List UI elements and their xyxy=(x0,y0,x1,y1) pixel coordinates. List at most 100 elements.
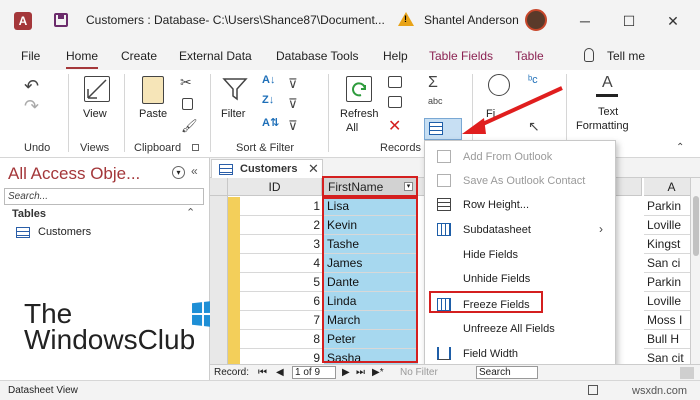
tab-file[interactable]: File xyxy=(21,49,40,63)
cut-icon[interactable]: ✂ xyxy=(180,74,192,91)
save-icon[interactable] xyxy=(54,13,68,27)
window-title: Customers : Database- C:\Users\Shance87\… xyxy=(86,13,385,27)
cell-id[interactable]: 3 xyxy=(240,235,322,254)
no-filter-indicator[interactable]: No Filter xyxy=(400,367,438,378)
group-label-sort-filter: Sort & Filter xyxy=(236,142,295,154)
sort-descending-icon[interactable]: Z↓ xyxy=(262,94,274,106)
access-logo-icon[interactable]: A xyxy=(14,12,32,30)
copy-icon[interactable] xyxy=(182,98,193,110)
paste-icon[interactable] xyxy=(142,76,164,104)
selection-filter-icon[interactable]: ⊽ xyxy=(288,76,298,92)
new-record-icon[interactable] xyxy=(388,76,402,88)
first-record-icon[interactable]: ⏮ xyxy=(258,367,267,378)
cell-id[interactable]: 6 xyxy=(240,292,322,311)
view-button[interactable]: View xyxy=(83,108,107,120)
cell-address[interactable]: Moss I xyxy=(644,311,690,330)
collapse-ribbon-icon[interactable]: ⌃ xyxy=(676,142,684,153)
format-painter-icon[interactable]: 🖌 xyxy=(181,118,198,134)
select-all-cell[interactable] xyxy=(210,178,228,196)
datasheet-view-icon[interactable] xyxy=(588,385,598,395)
menu-item-unfreeze-all-fields[interactable]: Unfreeze All Fields xyxy=(425,317,615,341)
totals-icon[interactable]: Σ xyxy=(428,74,438,92)
save-record-icon[interactable] xyxy=(388,96,402,108)
column-header-id[interactable]: ID xyxy=(228,178,322,196)
nav-pane-title[interactable]: All Access Obje... xyxy=(8,164,140,184)
cell-id[interactable]: 5 xyxy=(240,273,322,292)
highlight-firstname-column xyxy=(322,197,418,363)
undo-icon[interactable]: ↶ xyxy=(24,76,39,97)
nav-section-tables[interactable]: Tables xyxy=(12,208,46,220)
cell-address[interactable]: Parkin xyxy=(644,197,690,216)
last-record-icon[interactable]: ⏭ xyxy=(356,367,365,378)
watermark-logo-name: WindowsClub xyxy=(24,324,196,355)
current-record-field[interactable]: 1 of 9 xyxy=(292,366,336,379)
cell-id[interactable]: 2 xyxy=(240,216,322,235)
tab-help[interactable]: Help xyxy=(383,49,408,63)
warning-icon[interactable] xyxy=(398,12,414,26)
group-label-clipboard: Clipboard xyxy=(134,142,182,154)
tab-table[interactable]: Table xyxy=(515,49,544,63)
nav-item-label: Customers xyxy=(38,226,92,238)
close-button[interactable]: ✕ xyxy=(660,8,686,34)
tab-home[interactable]: Home xyxy=(66,49,99,69)
menu-item-label: Row Height... xyxy=(463,199,530,211)
dialog-launcher-icon[interactable] xyxy=(192,144,199,151)
scrollbar-thumb[interactable] xyxy=(693,196,699,256)
next-record-icon[interactable]: ▶ xyxy=(342,367,350,378)
cell-address[interactable]: Parkin xyxy=(644,273,690,292)
previous-record-icon[interactable]: ◀ xyxy=(276,367,284,378)
menu-item-field-width[interactable]: Field Width xyxy=(425,342,615,366)
advanced-filter-icon[interactable]: ⊽ xyxy=(288,96,298,112)
menu-item-hide-fields[interactable]: Hide Fields xyxy=(425,243,615,267)
cell-id[interactable]: 8 xyxy=(240,330,322,349)
collapse-section-icon[interactable]: ⌃ xyxy=(186,206,195,219)
redo-icon[interactable]: ↷ xyxy=(24,96,39,117)
horizontal-scrollbar[interactable] xyxy=(680,367,694,379)
tab-external-data[interactable]: External Data xyxy=(179,49,252,63)
tell-me-search[interactable]: Tell me xyxy=(607,49,645,63)
cell-address[interactable]: San ci xyxy=(644,254,690,273)
group-label-undo: Undo xyxy=(24,142,51,154)
maximize-button[interactable]: ☐ xyxy=(616,8,642,34)
menu-item-subdatasheet[interactable]: Subdatasheet › xyxy=(425,218,615,242)
minimize-button[interactable]: ─ xyxy=(572,8,598,34)
text-formatting-label[interactable]: Text xyxy=(598,106,618,118)
cell-id[interactable]: 7 xyxy=(240,311,322,330)
refresh-icon[interactable] xyxy=(346,76,372,102)
close-tab-icon[interactable]: ✕ xyxy=(308,161,319,177)
tab-create[interactable]: Create xyxy=(121,49,157,63)
menu-item-freeze-fields[interactable]: Freeze Fields xyxy=(429,291,543,313)
cell-address[interactable]: Loville xyxy=(644,292,690,311)
text-formatting-button[interactable]: Formatting xyxy=(576,120,629,132)
new-record-nav-icon[interactable]: ▶* xyxy=(372,367,384,378)
paste-button[interactable]: Paste xyxy=(139,108,167,120)
user-name[interactable]: Shantel Anderson xyxy=(424,13,519,27)
filter-icon[interactable] xyxy=(222,76,248,105)
tab-table-fields[interactable]: Table Fields xyxy=(429,49,493,63)
vertical-scrollbar[interactable] xyxy=(690,178,700,364)
remove-sort-icon[interactable]: A⇅ xyxy=(262,116,279,129)
cell-address[interactable]: Kingst xyxy=(644,235,690,254)
menu-item-unhide-fields[interactable]: Unhide Fields xyxy=(425,267,615,291)
grid-search-input[interactable]: Search xyxy=(476,366,538,379)
refresh-all-label[interactable]: All xyxy=(346,122,358,134)
nav-menu-icon[interactable]: ▾ xyxy=(172,166,185,179)
document-tab-customers[interactable]: Customers ✕ xyxy=(211,159,323,179)
delete-record-icon[interactable]: ✕ xyxy=(388,116,401,136)
nav-search-input[interactable]: Search... xyxy=(4,188,204,205)
shutter-bar-icon[interactable]: « xyxy=(191,164,198,178)
cell-address[interactable]: Loville xyxy=(644,216,690,235)
avatar[interactable] xyxy=(525,9,547,31)
sort-ascending-icon[interactable]: A↓ xyxy=(262,74,275,86)
menu-item-row-height[interactable]: Row Height... xyxy=(425,193,615,217)
refresh-all-button[interactable]: Refresh xyxy=(340,108,379,120)
text-formatting-icon[interactable]: A xyxy=(602,74,613,92)
toggle-filter-icon[interactable]: ⊽ xyxy=(288,118,298,134)
cell-id[interactable]: 1 xyxy=(240,197,322,216)
filter-button[interactable]: Filter xyxy=(221,108,245,120)
tab-database-tools[interactable]: Database Tools xyxy=(276,49,359,63)
cell-address[interactable]: Bull H xyxy=(644,330,690,349)
cell-id[interactable]: 4 xyxy=(240,254,322,273)
nav-item-customers[interactable]: Customers xyxy=(16,226,91,238)
view-icon[interactable] xyxy=(84,76,110,102)
